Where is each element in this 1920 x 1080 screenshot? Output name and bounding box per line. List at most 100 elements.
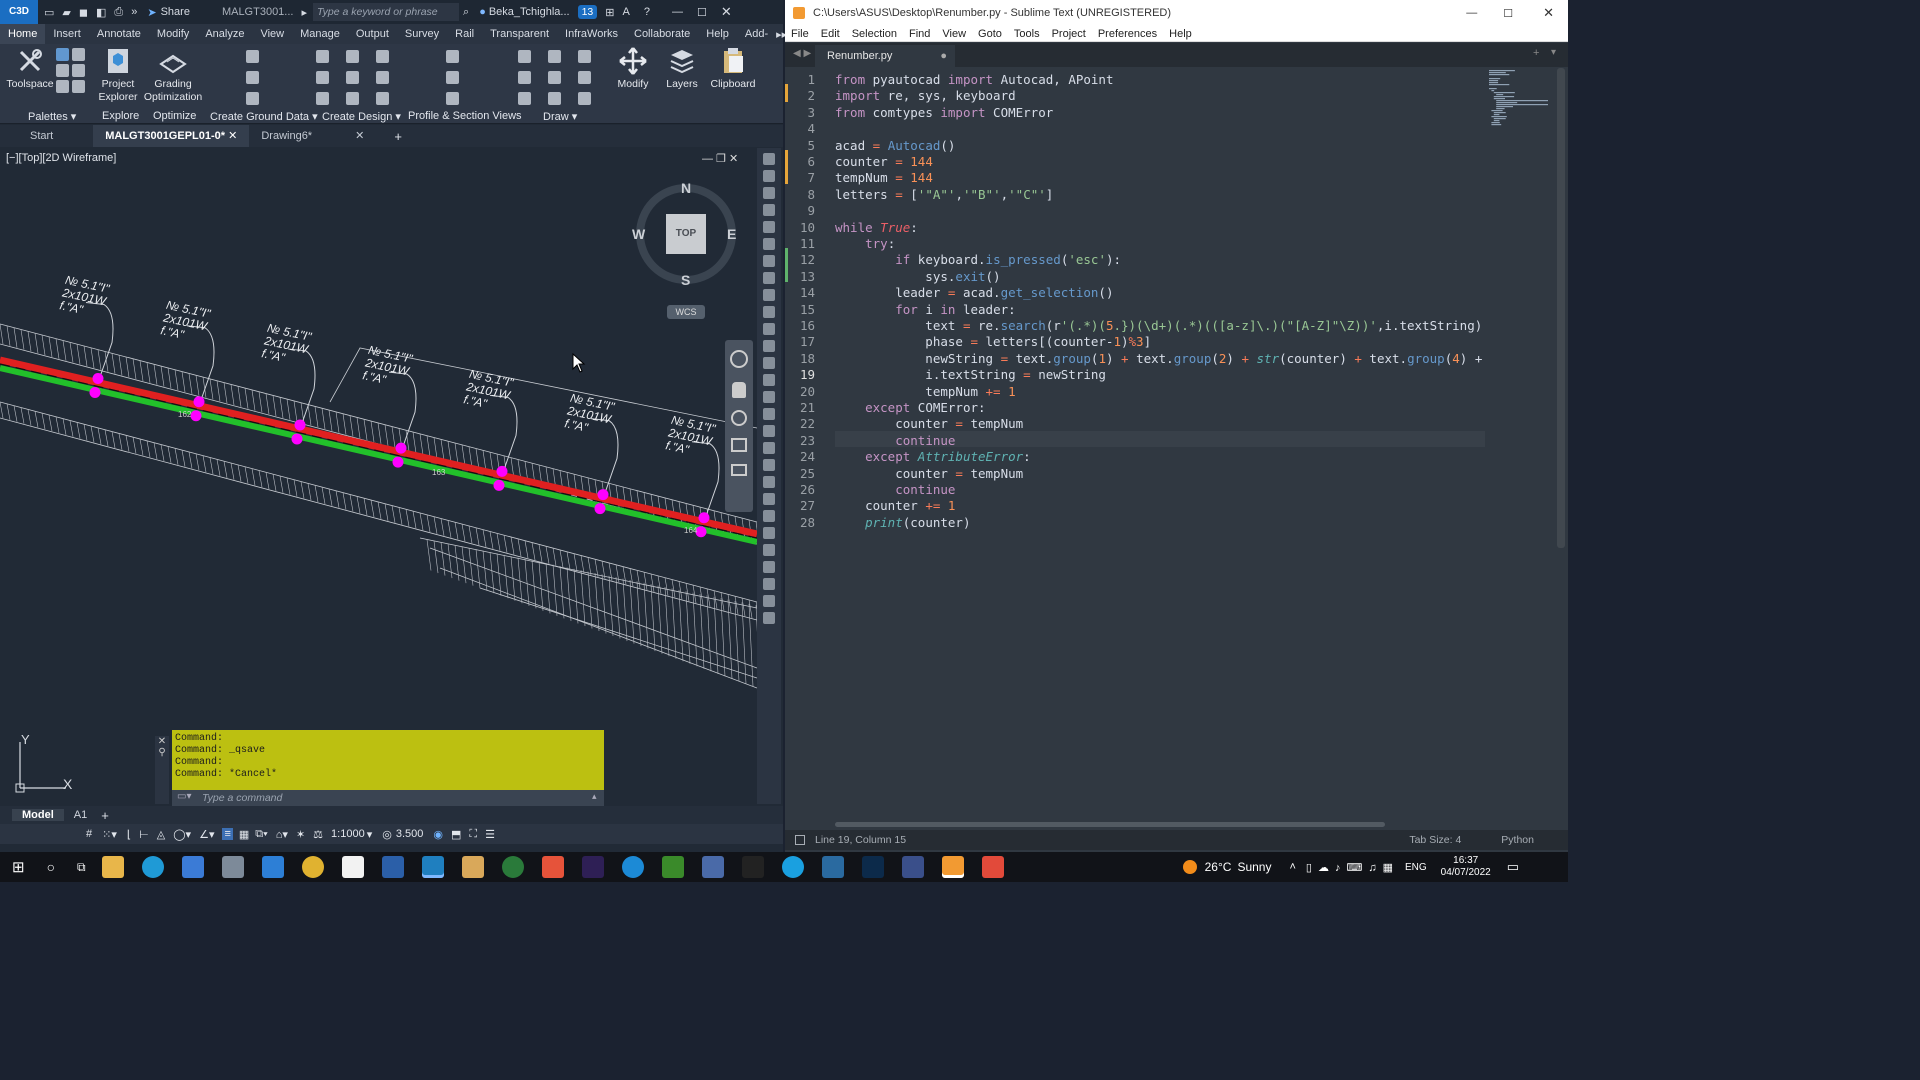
chevron-down-icon[interactable]: ▾ — [367, 828, 373, 841]
command-prompt-icon[interactable]: ▭▾ — [177, 791, 191, 802]
tracking-icon[interactable]: ∠▾ — [199, 828, 214, 841]
tool-icon[interactable] — [763, 527, 775, 539]
share-icon[interactable]: ➤ — [147, 6, 156, 19]
layers-button[interactable]: Layers — [660, 46, 704, 91]
station-marker[interactable] — [92, 373, 104, 385]
code-line[interactable]: from pyautocad import Autocad, APoint — [835, 72, 1113, 88]
tool-icon[interactable] — [763, 510, 775, 522]
tab-menu-icon[interactable]: ▾ — [1551, 47, 1556, 58]
settings-icon[interactable] — [72, 48, 85, 61]
code-line[interactable]: import re, sys, keyboard — [835, 88, 1016, 104]
tray-chevron-icon[interactable]: ˄ — [1289, 861, 1295, 873]
station-marker[interactable] — [493, 479, 505, 491]
modify-button[interactable]: Modify — [610, 46, 656, 91]
tab-addins[interactable]: Add-ins — [737, 24, 776, 60]
add-layout-icon[interactable]: + — [101, 808, 109, 823]
pipe-network-icon[interactable] — [376, 92, 389, 105]
app-menu-button[interactable]: C3D — [0, 0, 38, 24]
maximize-icon[interactable]: ☐ — [1503, 7, 1513, 20]
open-file-icon[interactable]: ▰ — [62, 6, 70, 19]
close-icon[interactable]: ✕ — [1543, 5, 1554, 21]
app-green-icon[interactable] — [501, 856, 524, 878]
task-view-icon[interactable]: ⧉ — [77, 860, 86, 875]
plot-icon[interactable]: ⎙ — [114, 6, 123, 19]
alignment-icon[interactable] — [316, 71, 329, 84]
close-tab-icon[interactable]: ✕ — [228, 130, 237, 142]
spline-icon[interactable] — [518, 92, 531, 105]
polyline-icon[interactable] — [578, 50, 591, 63]
tool-icon[interactable] — [763, 476, 775, 488]
search-input[interactable]: Type a keyword or phrase — [313, 3, 460, 21]
parcel-icon[interactable] — [316, 50, 329, 63]
pan-icon[interactable] — [732, 382, 746, 398]
showmotion-icon[interactable] — [731, 464, 747, 476]
code-line[interactable]: except COMError: — [835, 400, 985, 416]
grading-optimization-button[interactable]: Grading Optimization — [142, 46, 204, 104]
tool-icon[interactable] — [763, 255, 775, 267]
code-editor[interactable]: from pyautocad import Autocad, APoint imp… — [835, 68, 1485, 830]
tab-collaborate[interactable]: Collaborate — [626, 24, 698, 44]
survey-icon[interactable] — [56, 64, 69, 77]
isolate-icon[interactable]: ◉ — [433, 828, 443, 841]
arc-icon[interactable] — [548, 50, 561, 63]
tab-nav-arrows-icon[interactable]: ◀ ▶ — [793, 48, 811, 59]
draw-panel-label[interactable]: Draw ▾ — [543, 110, 577, 123]
tab-survey[interactable]: Survey — [397, 24, 447, 44]
dynamic-ucs-icon[interactable]: ⌂▾ — [276, 828, 288, 841]
mail-icon[interactable] — [261, 856, 284, 878]
user-name[interactable]: Beka_Tchighla... — [489, 6, 570, 18]
steering-wheel-icon[interactable] — [730, 350, 748, 368]
photoshop-icon[interactable] — [861, 856, 884, 878]
station-marker[interactable] — [594, 503, 606, 515]
help-icon[interactable]: ? — [644, 6, 650, 18]
ortho-icon[interactable]: ⌊ — [127, 828, 131, 841]
traverse-icon[interactable] — [246, 92, 259, 105]
command-history-toggle-icon[interactable]: ▴ — [592, 791, 597, 802]
viewport-window-controls[interactable]: — ❐ ✕ — [702, 152, 738, 165]
station-marker[interactable] — [392, 456, 404, 468]
new-tab-icon[interactable]: + — [394, 129, 402, 144]
code-line[interactable]: for i in leader: — [835, 302, 1015, 318]
panel-toggle-icon[interactable] — [795, 835, 805, 845]
app-t-icon[interactable] — [741, 856, 764, 878]
share-button[interactable]: Share — [161, 6, 190, 18]
tab-infraworks[interactable]: InfraWorks — [557, 24, 626, 44]
tool-icon[interactable] — [763, 391, 775, 403]
prospector-icon[interactable] — [56, 48, 69, 61]
lineweight-icon[interactable]: ≡ — [222, 828, 233, 840]
osnap-icon[interactable]: ◯▾ — [173, 828, 191, 841]
tool-icon[interactable] — [763, 153, 775, 165]
save-icon[interactable]: ◼ — [79, 6, 88, 19]
zoom-icon[interactable] — [731, 410, 747, 426]
app-c-icon[interactable] — [661, 856, 684, 878]
tab-analyze[interactable]: Analyze — [197, 24, 252, 44]
edge-icon[interactable] — [141, 856, 164, 878]
palettes-panel-label[interactable]: Palettes ▾ — [28, 110, 76, 123]
station-marker[interactable] — [698, 512, 710, 524]
station-marker[interactable] — [395, 442, 407, 454]
code-line[interactable]: tempNum = 144 — [835, 170, 933, 186]
start-icon[interactable]: ⊞ — [12, 858, 25, 876]
tab-insert[interactable]: Insert — [45, 24, 89, 44]
sample-lines-icon[interactable] — [446, 71, 459, 84]
compass-south[interactable]: S — [681, 272, 690, 288]
selection-cycle-icon[interactable]: ⧉▾ — [255, 828, 267, 841]
code-line[interactable]: acad = Autocad() — [835, 138, 955, 154]
station-marker[interactable] — [193, 396, 205, 408]
intersection-icon[interactable] — [316, 92, 329, 105]
tab-renumber-py[interactable]: Renumber.py ● — [815, 45, 955, 67]
drawing-viewport[interactable]: № 5.1"I" 2x101W f."A" № 5.1"I" 2x101W f."A" … — [0, 148, 757, 804]
hardware-accel-icon[interactable]: ⬒ — [451, 828, 461, 841]
code-line[interactable]: counter = tempNum — [835, 466, 1023, 482]
isodraft-icon[interactable]: ◬ — [157, 828, 165, 841]
app-search-icon[interactable] — [821, 856, 844, 878]
assembly-icon[interactable] — [346, 92, 359, 105]
code-line[interactable]: counter += 1 — [835, 498, 955, 514]
toolspace-button[interactable]: Toolspace — [6, 46, 54, 91]
code-line[interactable]: tempNum += 1 — [835, 384, 1015, 400]
code-line[interactable]: i.textString = newString — [835, 367, 1106, 383]
tool-icon[interactable] — [763, 561, 775, 573]
code-line[interactable]: except AttributeError: — [835, 449, 1031, 465]
section-views-icon[interactable] — [446, 92, 459, 105]
transparency-icon[interactable]: ▦ — [239, 828, 249, 841]
